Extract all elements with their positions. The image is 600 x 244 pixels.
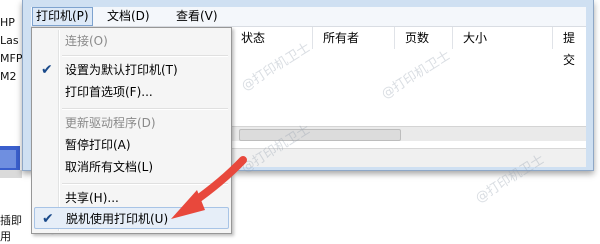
column-header-submitted[interactable]: 提交 <box>553 27 586 67</box>
menubar: 打印机(P) 文档(D) 查看(V) <box>31 7 586 27</box>
menu-view[interactable]: 查看(V) <box>173 8 221 25</box>
menu-item-label: 更新驱动程序(D) <box>65 116 156 130</box>
menu-item-label: 打印首选项(F)... <box>65 85 153 99</box>
checkmark-icon: ✔ <box>41 62 53 78</box>
menu-separator <box>62 55 228 57</box>
printer-device-icon[interactable] <box>0 140 24 188</box>
menu-separator <box>62 108 228 110</box>
checkmark-icon: ✔ <box>42 211 54 227</box>
menu-item-label: 暂停打印(A) <box>65 138 131 152</box>
column-header-owner[interactable]: 所有者 <box>313 27 395 49</box>
menu-item-label: 共享(H)... <box>65 191 119 205</box>
menu-item-connect[interactable]: 连接(O) <box>34 30 229 52</box>
menu-item-label: 取消所有文档(L) <box>65 160 154 174</box>
menu-document[interactable]: 文档(D) <box>104 8 153 25</box>
menu-item-label: 设置为默认打印机(T) <box>65 63 178 77</box>
menu-item-use-printer-offline[interactable]: ✔ 脱机使用打印机(U) <box>34 207 229 229</box>
menu-separator <box>62 183 228 185</box>
printer-menu-dropdown: 连接(O) ✔ 设置为默认打印机(T) 打印首选项(F)... 更新驱动程序(D… <box>31 27 232 234</box>
scrollbar-thumb[interactable] <box>239 129 401 141</box>
menu-item-set-default[interactable]: ✔ 设置为默认打印机(T) <box>34 59 229 81</box>
menu-item-label: 脱机使用打印机(U) <box>66 212 169 226</box>
menu-item-label: 连接(O) <box>65 34 108 48</box>
menu-printer[interactable]: 打印机(P) <box>32 7 93 26</box>
menu-item-printing-preferences[interactable]: 打印首选项(F)... <box>34 81 229 103</box>
menu-item-cancel-all-documents[interactable]: 取消所有文档(L) <box>34 156 229 178</box>
column-header-size[interactable]: 大小 <box>453 27 553 49</box>
menu-item-update-driver[interactable]: 更新驱动程序(D) <box>34 112 229 134</box>
menu-item-sharing[interactable]: 共享(H)... <box>34 187 229 209</box>
menu-item-pause-printing[interactable]: 暂停打印(A) <box>34 134 229 156</box>
desktop-bottom-text: 插即用 <box>0 214 22 243</box>
column-header-pages[interactable]: 页数 <box>395 27 453 49</box>
